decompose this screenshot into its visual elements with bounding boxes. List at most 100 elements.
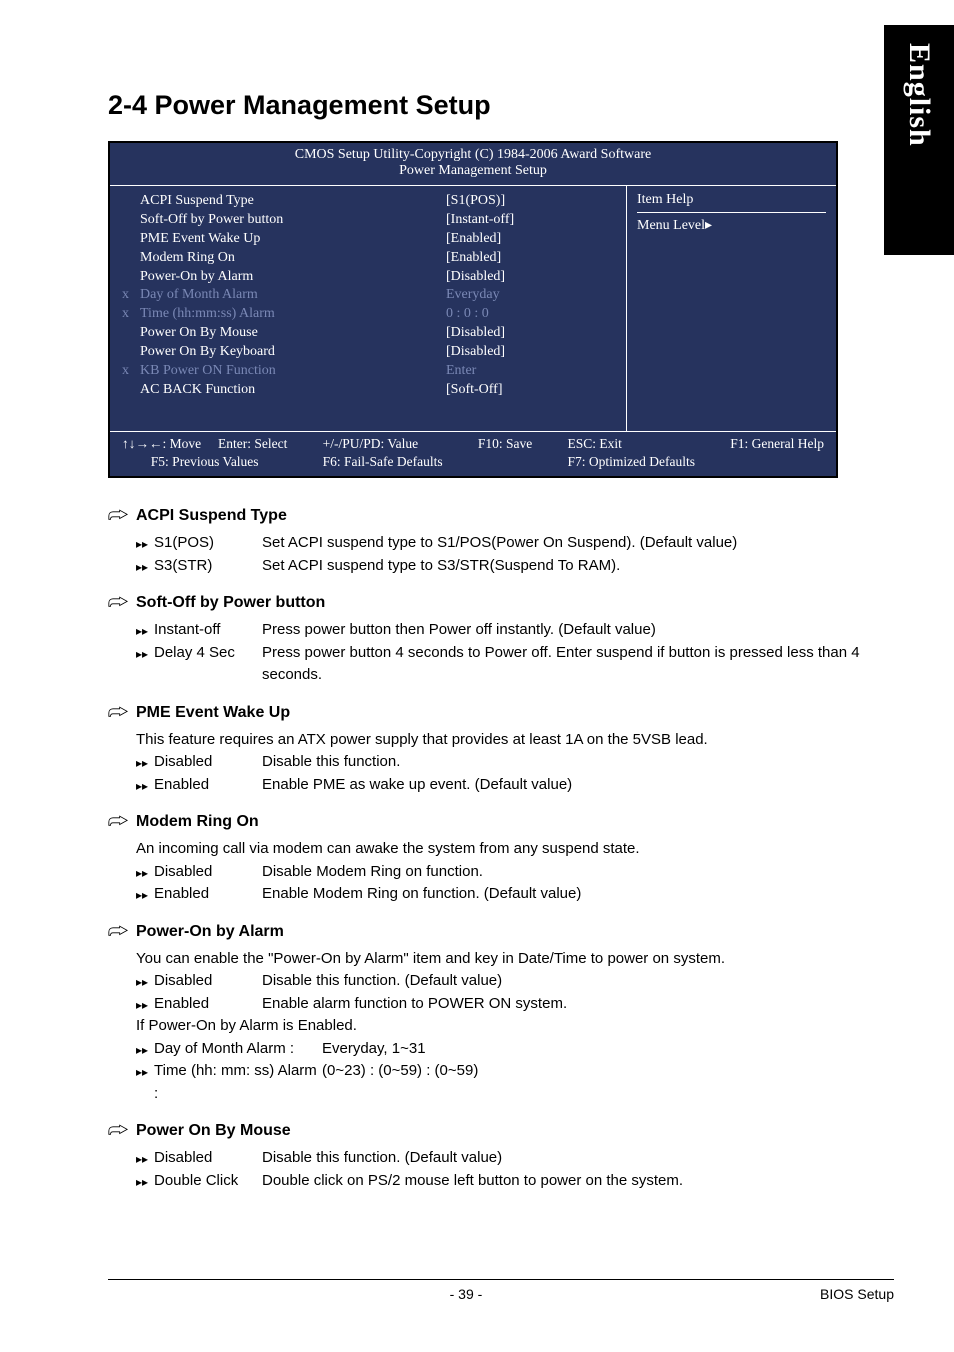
bios-row-x: [122, 324, 140, 343]
bios-row-value: [Soft-Off]: [446, 381, 616, 400]
bios-right-pane: Item Help Menu Level▸: [626, 186, 836, 431]
page-content: 2-4 Power Management Setup CMOS Setup Ut…: [0, 0, 954, 1192]
item-heading: ACPI Suspend Type: [108, 504, 894, 528]
bios-header-line1: CMOS Setup Utility-Copyright (C) 1984-20…: [110, 147, 836, 163]
bios-row-label: Day of Month Alarm: [140, 286, 446, 305]
hand-pointer-icon: [108, 596, 128, 610]
bios-row-x: [122, 268, 140, 287]
bios-row-value: [Disabled]: [446, 324, 616, 343]
double-arrow-icon: ▸▸: [136, 624, 148, 638]
bios-setting-row[interactable]: Modem Ring On[Enabled]: [122, 249, 616, 268]
option-line: ▸▸DisabledDisable Modem Ring on function…: [136, 861, 894, 884]
bios-row-label: Power On By Mouse: [140, 324, 446, 343]
option-line: ▸▸Instant-offPress power button then Pow…: [136, 619, 894, 642]
item-note: If Power-On by Alarm is Enabled.: [136, 1015, 894, 1038]
double-arrow-icon: ▸▸: [136, 647, 148, 661]
option-name: Disabled: [154, 861, 262, 884]
bios-row-x: [122, 381, 140, 400]
bios-row-value: Enter: [446, 362, 616, 381]
option-desc: Set ACPI suspend type to S1/POS(Power On…: [262, 532, 894, 555]
item-note: You can enable the "Power-On by Alarm" i…: [136, 948, 894, 971]
bios-setting-row[interactable]: Power On By Mouse[Disabled]: [122, 324, 616, 343]
bios-row-x: [122, 192, 140, 211]
bios-row-x: x: [122, 362, 140, 381]
bios-help-title: Item Help: [637, 192, 826, 213]
option-name: Enabled: [154, 883, 262, 906]
option-line: ▸▸DisabledDisable this function. (Defaul…: [136, 1147, 894, 1170]
bios-window: CMOS Setup Utility-Copyright (C) 1984-20…: [108, 141, 838, 478]
option-line: ▸▸EnabledEnable Modem Ring on function. …: [136, 883, 894, 906]
option-line: ▸▸S3(STR)Set ACPI suspend type to S3/STR…: [136, 555, 894, 578]
item-note: This feature requires an ATX power suppl…: [136, 729, 894, 752]
item-heading: Modem Ring On: [108, 810, 894, 834]
footer-right-label: BIOS Setup: [820, 1286, 894, 1302]
hand-pointer-icon: [108, 925, 128, 939]
bios-row-label: Power-On by Alarm: [140, 268, 446, 287]
bios-row-x: x: [122, 305, 140, 324]
item-heading: Soft-Off by Power button: [108, 591, 894, 615]
item-title: Power-On by Alarm: [136, 920, 284, 944]
hand-pointer-icon: [108, 706, 128, 720]
bios-row-value: [Disabled]: [446, 268, 616, 287]
bios-row-x: [122, 230, 140, 249]
bios-row-x: x: [122, 286, 140, 305]
bios-setting-row[interactable]: xKB Power ON FunctionEnter: [122, 362, 616, 381]
double-arrow-icon: ▸▸: [136, 1043, 148, 1057]
option-desc: Set ACPI suspend type to S3/STR(Suspend …: [262, 555, 894, 578]
bios-row-label: Modem Ring On: [140, 249, 446, 268]
double-arrow-icon: ▸▸: [136, 975, 148, 989]
bios-row-value: [S1(POS)]: [446, 192, 616, 211]
option-name: Disabled: [154, 1147, 262, 1170]
bios-row-label: ACPI Suspend Type: [140, 192, 446, 211]
bios-setting-row[interactable]: xDay of Month AlarmEveryday: [122, 286, 616, 305]
option-name: S1(POS): [154, 532, 262, 555]
option-line: ▸▸ Day of Month Alarm :Everyday, 1~31: [136, 1038, 894, 1061]
bios-setting-row[interactable]: PME Event Wake Up[Enabled]: [122, 230, 616, 249]
item-title: Soft-Off by Power button: [136, 591, 325, 615]
bios-setting-row[interactable]: AC BACK Function[Soft-Off]: [122, 381, 616, 400]
bios-row-x: [122, 249, 140, 268]
option-line: ▸▸EnabledEnable alarm function to POWER …: [136, 993, 894, 1016]
double-arrow-icon: ▸▸: [136, 756, 148, 770]
option-name: Enabled: [154, 774, 262, 797]
bios-body: ACPI Suspend Type[S1(POS)]Soft-Off by Po…: [110, 185, 836, 432]
bios-row-label: Power On By Keyboard: [140, 343, 446, 362]
double-arrow-icon: ▸▸: [136, 779, 148, 793]
option-name: Day of Month Alarm :: [154, 1038, 322, 1061]
hand-pointer-icon: [108, 509, 128, 523]
option-line: ▸▸Double ClickDouble click on PS/2 mouse…: [136, 1170, 894, 1193]
option-line: ▸▸DisabledDisable this function.: [136, 751, 894, 774]
option-line: ▸▸Time (hh: mm: ss) Alarm :(0~23) : (0~5…: [136, 1060, 894, 1105]
bios-setting-row[interactable]: Power On By Keyboard[Disabled]: [122, 343, 616, 362]
bios-row-label: Time (hh:mm:ss) Alarm: [140, 305, 446, 324]
bios-row-value: [Enabled]: [446, 230, 616, 249]
bios-setting-row[interactable]: Soft-Off by Power button[Instant-off]: [122, 211, 616, 230]
bios-header: CMOS Setup Utility-Copyright (C) 1984-20…: [110, 143, 836, 185]
option-line: ▸▸EnabledEnable PME as wake up event. (D…: [136, 774, 894, 797]
hand-pointer-icon: [108, 1124, 128, 1138]
side-language-tab: English: [884, 25, 954, 255]
double-arrow-icon: ▸▸: [136, 866, 148, 880]
option-desc: Press power button then Power off instan…: [262, 619, 894, 642]
option-desc: Enable alarm function to POWER ON system…: [262, 993, 894, 1016]
double-arrow-icon: ▸▸: [136, 537, 148, 551]
bios-setting-row[interactable]: Power-On by Alarm[Disabled]: [122, 268, 616, 287]
description-body: ACPI Suspend Type ▸▸ S1(POS)Set ACPI suspe…: [108, 504, 894, 1192]
option-desc: Everyday, 1~31: [322, 1038, 894, 1061]
option-name: S3(STR): [154, 555, 262, 578]
item-title: ACPI Suspend Type: [136, 504, 287, 528]
bios-row-value: [Instant-off]: [446, 211, 616, 230]
bios-row-label: KB Power ON Function: [140, 362, 446, 381]
bios-setting-row[interactable]: ACPI Suspend Type[S1(POS)]: [122, 192, 616, 211]
option-name: Time (hh: mm: ss) Alarm :: [154, 1060, 322, 1105]
bios-row-value: [Disabled]: [446, 343, 616, 362]
bios-row-x: [122, 211, 140, 230]
item-heading: PME Event Wake Up: [108, 701, 894, 725]
bios-row-label: PME Event Wake Up: [140, 230, 446, 249]
bios-setting-row[interactable]: xTime (hh:mm:ss) Alarm0 : 0 : 0: [122, 305, 616, 324]
side-language-label: English: [902, 43, 936, 147]
bios-row-value: [Enabled]: [446, 249, 616, 268]
item-title: Power On By Mouse: [136, 1119, 291, 1143]
bios-footer: ↑↓→←: Move Enter: Select F5: Previous Va…: [110, 432, 836, 476]
option-name: Disabled: [154, 970, 262, 993]
